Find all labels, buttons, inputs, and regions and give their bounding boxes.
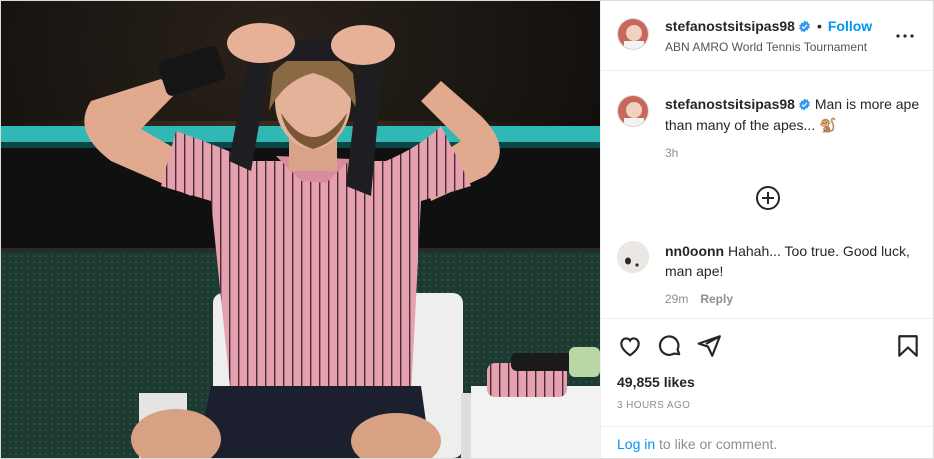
author-line: stefanostsitsipas98 • Follow [665,18,872,36]
reply-button[interactable]: Reply [700,292,733,306]
comment-username[interactable]: nn0oonn [665,243,724,259]
caption-username[interactable]: stefanostsitsipas98 [665,96,795,112]
author-username[interactable]: stefanostsitsipas98 [665,18,795,34]
post-header: stefanostsitsipas98 • Follow ABN AMRO Wor… [601,1,933,71]
post-photo[interactable] [1,1,600,458]
post-location[interactable]: ABN AMRO World Tennis Tournament [665,40,867,54]
verified-badge-icon [798,20,811,36]
caption-text-block: stefanostsitsipas98 Man is more ape than… [665,95,920,135]
heart-icon[interactable] [617,333,643,359]
follow-button[interactable]: Follow [828,18,872,34]
more-options-icon[interactable] [895,27,915,45]
plus-circle-icon[interactable] [755,185,781,211]
comment-text-block: nn0oonn Hahah... Too true. Good luck, ma… [665,241,920,281]
action-bar [601,318,933,368]
commenter-avatar[interactable] [617,241,649,273]
bookmark-icon[interactable] [895,333,921,359]
paper-plane-icon[interactable] [696,333,722,359]
author-avatar[interactable] [617,18,649,50]
like-count[interactable]: 49,855 likes [617,374,695,390]
post-timestamp: 3 HOURS AGO [617,400,691,411]
login-prompt: Log in to like or comment. [617,436,777,452]
comment-timestamp: 29m [665,292,689,306]
instagram-post: stefanostsitsipas98 • Follow ABN AMRO Wor… [0,0,934,459]
login-prompt-bar: Log in to like or comment. [601,426,933,459]
caption-avatar[interactable] [617,95,649,127]
post-side-panel: stefanostsitsipas98 • Follow ABN AMRO Wor… [600,1,933,458]
avatar-image [618,19,648,49]
separator-dot: • [816,18,822,34]
caption-timestamp: 3h [665,146,679,160]
login-prompt-text: to like or comment. [655,436,778,452]
tennis-player-photo [1,1,600,458]
avatar-image [617,241,649,273]
comment-bubble-icon[interactable] [657,333,683,359]
avatar-image [618,96,648,126]
comment-meta: 29m Reply [665,292,733,306]
login-link[interactable]: Log in [617,436,655,452]
verified-badge-icon [798,97,811,116]
